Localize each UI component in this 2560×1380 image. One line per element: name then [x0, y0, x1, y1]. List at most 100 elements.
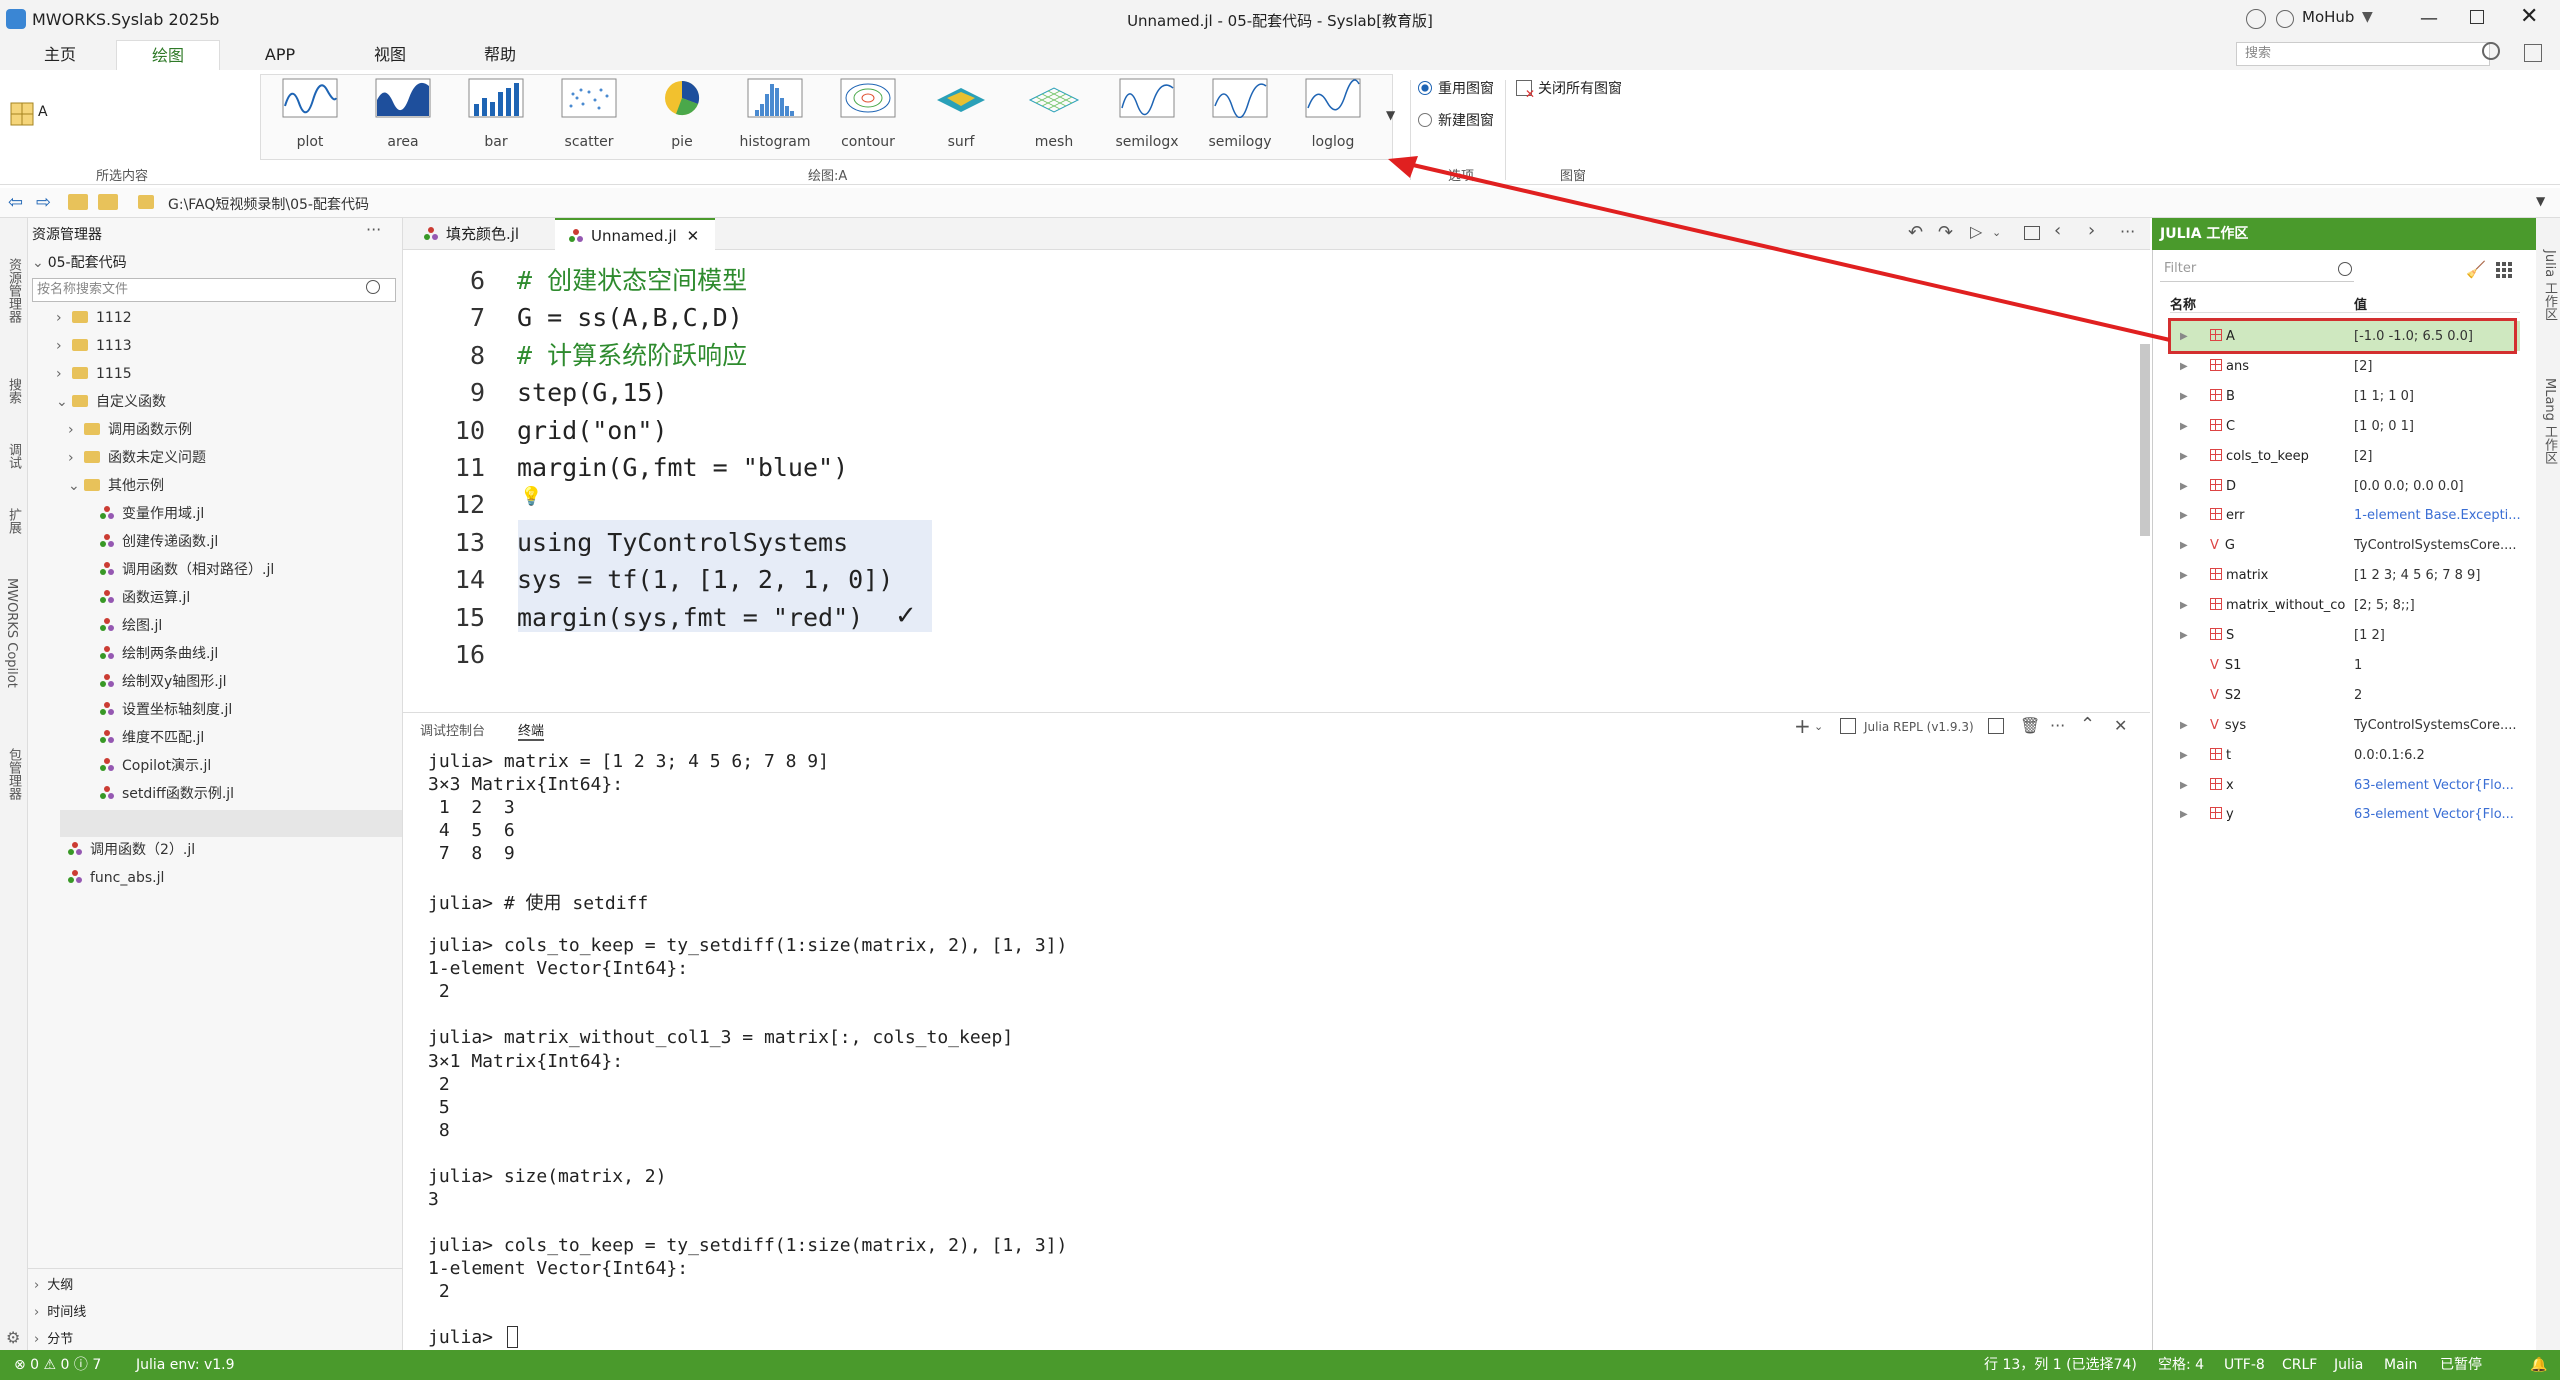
repl-label[interactable]: Julia REPL (v1.9.3): [1864, 720, 1974, 734]
editor-tab-unnamed[interactable]: Unnamed.jl ✕: [555, 218, 715, 250]
indentation[interactable]: 空格: 4: [2158, 1350, 2204, 1380]
workspace-row[interactable]: ▶ B [1 1; 1 0]: [2170, 382, 2520, 412]
histogram-button[interactable]: histogram: [730, 78, 820, 158]
code-line[interactable]: 9 step(G,15): [405, 374, 668, 411]
more-options-icon[interactable]: ···: [366, 220, 381, 239]
tree-file[interactable]: 绘制双y轴图形.jl: [100, 669, 227, 695]
browse-folder-icon[interactable]: [98, 194, 118, 210]
expand-caret-icon[interactable]: ▶: [2180, 352, 2188, 382]
code-line[interactable]: 10 grid("on"): [405, 412, 668, 449]
trash-icon[interactable]: 🗑: [2020, 716, 2040, 735]
menu-tab-app[interactable]: APP: [240, 40, 320, 70]
tree-file[interactable]: 变量作用域.jl: [100, 501, 204, 527]
tree-file[interactable]: func_abs.jl: [68, 865, 164, 891]
tree-folder[interactable]: ⌄ 其他示例: [68, 473, 164, 499]
activity-debug[interactable]: 调试: [4, 443, 23, 469]
tree-file[interactable]: setdiff函数示例.jl: [100, 781, 234, 807]
grid-view-icon[interactable]: [2496, 262, 2512, 278]
user-menu[interactable]: MoHub: [2302, 8, 2354, 26]
code-line[interactable]: 8 # 计算系统阶跃响应: [405, 337, 747, 374]
line-endings[interactable]: CRLF: [2282, 1350, 2317, 1380]
close-tab-icon[interactable]: ✕: [687, 227, 700, 245]
workspace-row[interactable]: ▶ y 63-element Vector{Flo...: [2170, 800, 2520, 830]
explorer-root[interactable]: ⌄ 05-配套代码: [32, 252, 127, 272]
expand-caret-icon[interactable]: ▶: [2180, 800, 2188, 830]
reuse-figure-radio[interactable]: 重用图窗: [1418, 78, 1494, 98]
workspace-row[interactable]: V S1 1: [2170, 651, 2520, 681]
pie-button[interactable]: pie: [637, 78, 727, 158]
minimize-button[interactable]: —: [2420, 8, 2438, 29]
branch[interactable]: Main: [2384, 1350, 2417, 1380]
julia-env-indicator[interactable]: Julia env: v1.9: [136, 1350, 235, 1380]
editor-tab-fill-color[interactable]: 填充颜色.jl: [410, 218, 560, 250]
expand-caret-icon[interactable]: ▶: [2180, 382, 2188, 412]
menu-tab-help[interactable]: 帮助: [460, 40, 540, 70]
code-line[interactable]: 7 G = ss(A,B,C,D): [405, 299, 743, 336]
split-terminal-icon[interactable]: [1988, 718, 2004, 734]
expand-caret-icon[interactable]: ▶: [2180, 711, 2188, 741]
mlang-workspace-tab[interactable]: MLang 工作区: [2540, 378, 2559, 464]
plot-button[interactable]: plot: [265, 78, 355, 158]
user-menu-chevron-icon[interactable]: ▼: [2362, 9, 2373, 25]
workspace-row[interactable]: ▶ Vsys TyControlSystemsCore....: [2170, 711, 2520, 741]
close-all-figures-button[interactable]: ✕ 关闭所有图窗: [1516, 78, 1622, 101]
scatter-button[interactable]: scatter: [544, 78, 634, 158]
loglog-button[interactable]: loglog: [1288, 78, 1378, 158]
workspace-filter-input[interactable]: Filter: [2160, 256, 2354, 282]
activity-search[interactable]: 搜索: [4, 378, 23, 404]
expand-caret-icon[interactable]: ▶: [2180, 621, 2188, 651]
tree-file[interactable]: 绘图.jl: [100, 613, 162, 639]
back-icon[interactable]: ⇦: [8, 192, 23, 213]
close-window-button[interactable]: ✕: [2520, 4, 2538, 29]
terminal-dropdown-icon[interactable]: ⌄: [1814, 720, 1823, 733]
feedback-icon[interactable]: [2246, 9, 2266, 29]
expand-caret-icon[interactable]: ▶: [2180, 472, 2188, 502]
panel-tab-debug-console[interactable]: 调试控制台: [420, 720, 485, 739]
workspace-row[interactable]: ▶ ans [2]: [2170, 352, 2520, 382]
workspace-row[interactable]: ▶ D [0.0 0.0; 0.0 0.0]: [2170, 472, 2520, 502]
tree-folder[interactable]: › 1115: [56, 361, 132, 387]
language-mode[interactable]: Julia: [2334, 1350, 2363, 1380]
workspace-row[interactable]: ▶ t 0.0:0.1:6.2: [2170, 741, 2520, 771]
code-line[interactable]: 12: [405, 486, 517, 523]
code-line[interactable]: 15 margin(sys,fmt = "red"): [405, 599, 863, 636]
editor-scrollbar[interactable]: [2140, 344, 2150, 536]
outline-section[interactable]: › 大纲: [34, 1274, 73, 1293]
tree-file[interactable]: 设置坐标轴刻度.jl: [100, 697, 232, 723]
menu-tab-plot[interactable]: 绘图: [116, 40, 220, 70]
lightbulb-icon[interactable]: 💡: [520, 486, 542, 507]
filter-search-icon[interactable]: [2338, 262, 2352, 276]
tree-file[interactable]: 维度不匹配.jl: [100, 725, 204, 751]
file-search-input[interactable]: 按名称搜索文件: [32, 278, 396, 302]
code-line[interactable]: 16: [405, 636, 517, 673]
contour-button[interactable]: contour: [823, 78, 913, 158]
expand-caret-icon[interactable]: ▶: [2180, 412, 2188, 442]
expand-caret-icon[interactable]: ▶: [2180, 531, 2188, 561]
code-line[interactable]: 13 using TyControlSystems: [405, 524, 848, 561]
search-icon[interactable]: [2482, 42, 2500, 60]
search-input[interactable]: 搜索: [2236, 42, 2490, 66]
workspace-row[interactable]: ▶ x 63-element Vector{Flo...: [2170, 771, 2520, 801]
activity-package-manager[interactable]: 包管理器: [4, 748, 23, 800]
sections-section[interactable]: › 分节: [34, 1328, 73, 1347]
bar-button[interactable]: bar: [451, 78, 541, 158]
maximize-button[interactable]: [2470, 10, 2484, 24]
cursor-position[interactable]: 行 13，列 1 (已选择74): [1984, 1350, 2137, 1380]
menu-tab-home[interactable]: 主页: [20, 40, 100, 70]
code-line[interactable]: 14 sys = tf(1, [1, 2, 1, 0]): [405, 561, 893, 598]
tree-file[interactable]: 绘制两条曲线.jl: [100, 641, 218, 667]
tree-folder[interactable]: › 1112: [56, 305, 132, 331]
activity-explorer[interactable]: 资源管理器: [4, 258, 23, 323]
pause-status[interactable]: 已暂停: [2440, 1350, 2482, 1380]
tree-file[interactable]: 调用函数（相对路径）.jl: [100, 557, 274, 583]
encoding[interactable]: UTF-8: [2224, 1350, 2265, 1380]
timeline-section[interactable]: › 时间线: [34, 1301, 86, 1320]
current-path[interactable]: G:\FAQ短视频录制\05-配套代码: [168, 194, 369, 214]
panel-tab-terminal[interactable]: 终端: [518, 720, 545, 741]
tree-folder[interactable]: › 1113: [56, 333, 132, 359]
mesh-button[interactable]: mesh: [1009, 78, 1099, 158]
workspace-row[interactable]: ▶ C [1 0; 0 1]: [2170, 412, 2520, 442]
user-avatar-icon[interactable]: [2276, 10, 2294, 28]
expand-caret-icon[interactable]: ▶: [2180, 741, 2188, 771]
maximize-panel-icon[interactable]: ⌃: [2080, 714, 2095, 735]
